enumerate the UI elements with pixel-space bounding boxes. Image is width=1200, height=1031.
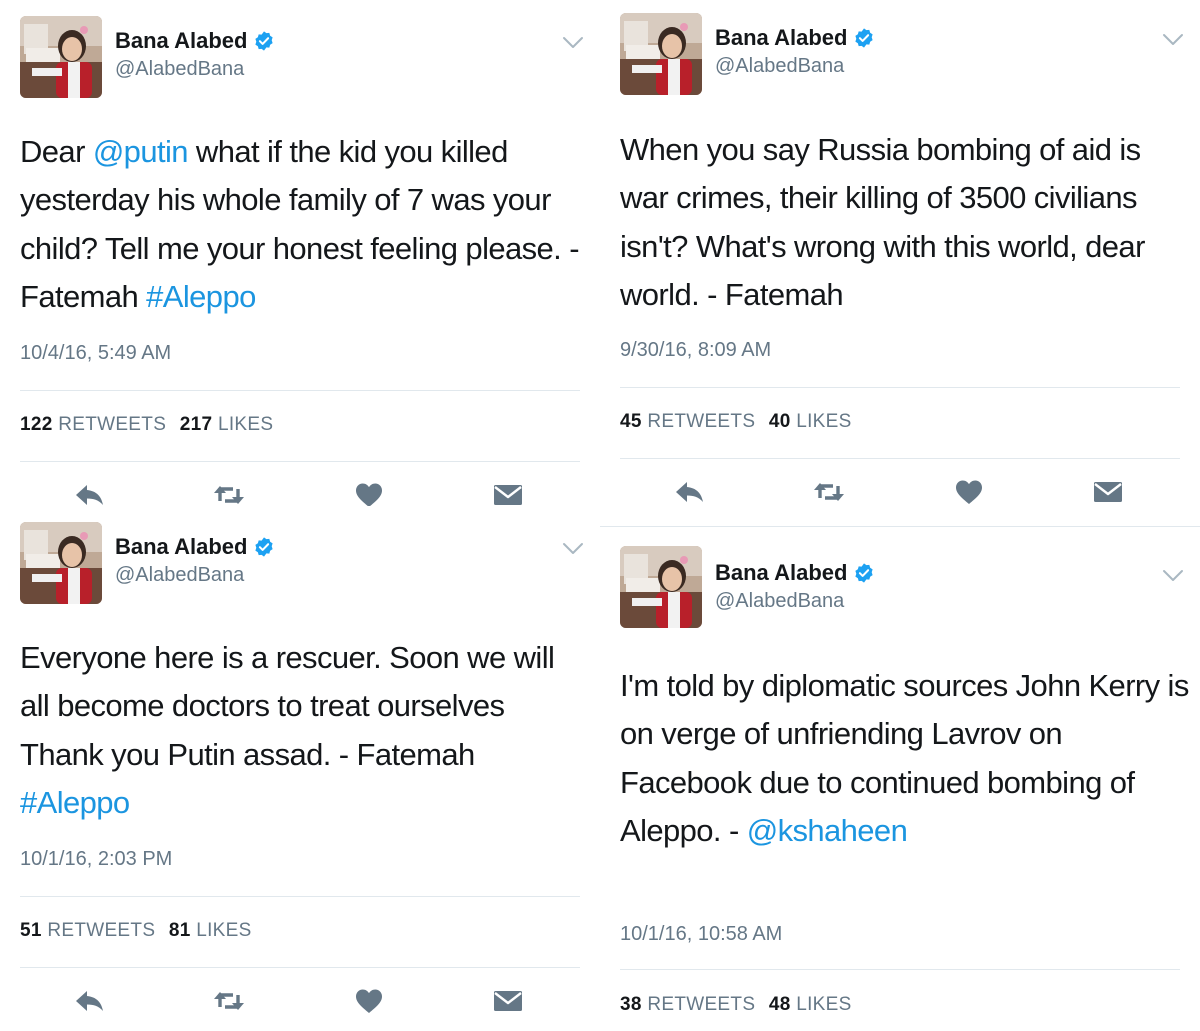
divider [600, 526, 1200, 527]
engagement-stats: 51 RETWEETS 81 LIKES [20, 920, 252, 942]
likes-label[interactable]: LIKES [196, 920, 251, 941]
envelope-icon[interactable] [492, 987, 524, 1015]
retweets-label[interactable]: RETWEETS [647, 411, 755, 432]
retweet-count[interactable]: 45 [620, 411, 642, 432]
tweet-text-segment: When you say Russia bombing of aid is wa… [620, 132, 1145, 313]
hashtag-link[interactable]: #Aleppo [146, 279, 256, 314]
tweet-text-segment: Everyone here is a rescuer. Soon we will… [20, 640, 555, 772]
hashtag-link[interactable]: #Aleppo [20, 785, 130, 820]
heart-icon[interactable] [353, 481, 385, 509]
user-handle[interactable]: @AlabedBana [115, 564, 244, 587]
retweet-count[interactable]: 38 [620, 994, 642, 1015]
like-count[interactable]: 217 [180, 414, 213, 435]
tweet-text-segment: Dear [20, 134, 93, 169]
display-name[interactable]: Bana Alabed [715, 25, 847, 51]
tweet-text: Everyone here is a rescuer. Soon we will… [20, 634, 590, 828]
retweet-count[interactable]: 51 [20, 920, 42, 941]
retweets-label[interactable]: RETWEETS [58, 414, 166, 435]
engagement-stats: 45 RETWEETS 40 LIKES [620, 411, 852, 433]
verified-icon [253, 536, 275, 558]
divider [20, 390, 580, 391]
chevron-down-icon[interactable] [562, 542, 584, 556]
likes-label[interactable]: LIKES [218, 414, 273, 435]
divider [20, 967, 580, 968]
verified-icon [853, 27, 875, 49]
divider [620, 458, 1180, 459]
tweet-text: I'm told by diplomatic sources John Kerr… [620, 662, 1190, 856]
verified-icon [853, 562, 875, 584]
retweet-icon[interactable] [813, 478, 845, 506]
divider [20, 461, 580, 462]
heart-icon[interactable] [353, 987, 385, 1015]
like-count[interactable]: 81 [169, 920, 191, 941]
display-name[interactable]: Bana Alabed [715, 560, 847, 586]
divider [620, 387, 1180, 388]
heart-icon[interactable] [953, 478, 985, 506]
timestamp[interactable]: 9/30/16, 8:09 AM [620, 339, 771, 362]
tweet-text: When you say Russia bombing of aid is wa… [620, 126, 1190, 320]
likes-label[interactable]: LIKES [796, 994, 851, 1015]
timestamp[interactable]: 10/1/16, 10:58 AM [620, 923, 782, 946]
like-count[interactable]: 40 [769, 411, 791, 432]
divider [620, 969, 1180, 970]
avatar[interactable] [620, 13, 702, 95]
reply-icon[interactable] [74, 987, 106, 1015]
timestamp[interactable]: 10/4/16, 5:49 AM [20, 342, 171, 365]
like-count[interactable]: 48 [769, 994, 791, 1015]
retweet-icon[interactable] [213, 481, 245, 509]
engagement-stats: 122 RETWEETS 217 LIKES [20, 414, 273, 436]
tweet-card: Bana Alabed @AlabedBana Dear @putin what… [0, 0, 600, 520]
chevron-down-icon[interactable] [562, 36, 584, 50]
tweet-card: Bana Alabed @AlabedBana I'm told by dipl… [600, 530, 1200, 1031]
avatar[interactable] [620, 546, 702, 628]
chevron-down-icon[interactable] [1162, 569, 1184, 583]
likes-label[interactable]: LIKES [796, 411, 851, 432]
retweets-label[interactable]: RETWEETS [647, 994, 755, 1015]
envelope-icon[interactable] [1092, 478, 1124, 506]
display-name[interactable]: Bana Alabed [115, 28, 247, 54]
retweets-label[interactable]: RETWEETS [47, 920, 155, 941]
tweet-card: Bana Alabed @AlabedBana Everyone here is… [0, 506, 600, 1031]
retweet-count[interactable]: 122 [20, 414, 53, 435]
user-handle[interactable]: @AlabedBana [115, 58, 244, 81]
reply-icon[interactable] [674, 478, 706, 506]
mention-link[interactable]: @kshaheen [747, 813, 908, 848]
verified-icon [253, 30, 275, 52]
user-handle[interactable]: @AlabedBana [715, 55, 844, 78]
reply-icon[interactable] [74, 481, 106, 509]
mention-link[interactable]: @putin [93, 134, 189, 169]
timestamp[interactable]: 10/1/16, 2:03 PM [20, 848, 172, 871]
envelope-icon[interactable] [492, 481, 524, 509]
divider [20, 896, 580, 897]
retweet-icon[interactable] [213, 987, 245, 1015]
chevron-down-icon[interactable] [1162, 33, 1184, 47]
tweet-text: Dear @putin what if the kid you killed y… [20, 128, 590, 322]
engagement-stats: 38 RETWEETS 48 LIKES [620, 994, 852, 1016]
avatar[interactable] [20, 522, 102, 604]
tweet-card: Bana Alabed @AlabedBana When you say Rus… [600, 0, 1200, 510]
display-name[interactable]: Bana Alabed [115, 534, 247, 560]
user-handle[interactable]: @AlabedBana [715, 590, 844, 613]
avatar[interactable] [20, 16, 102, 98]
